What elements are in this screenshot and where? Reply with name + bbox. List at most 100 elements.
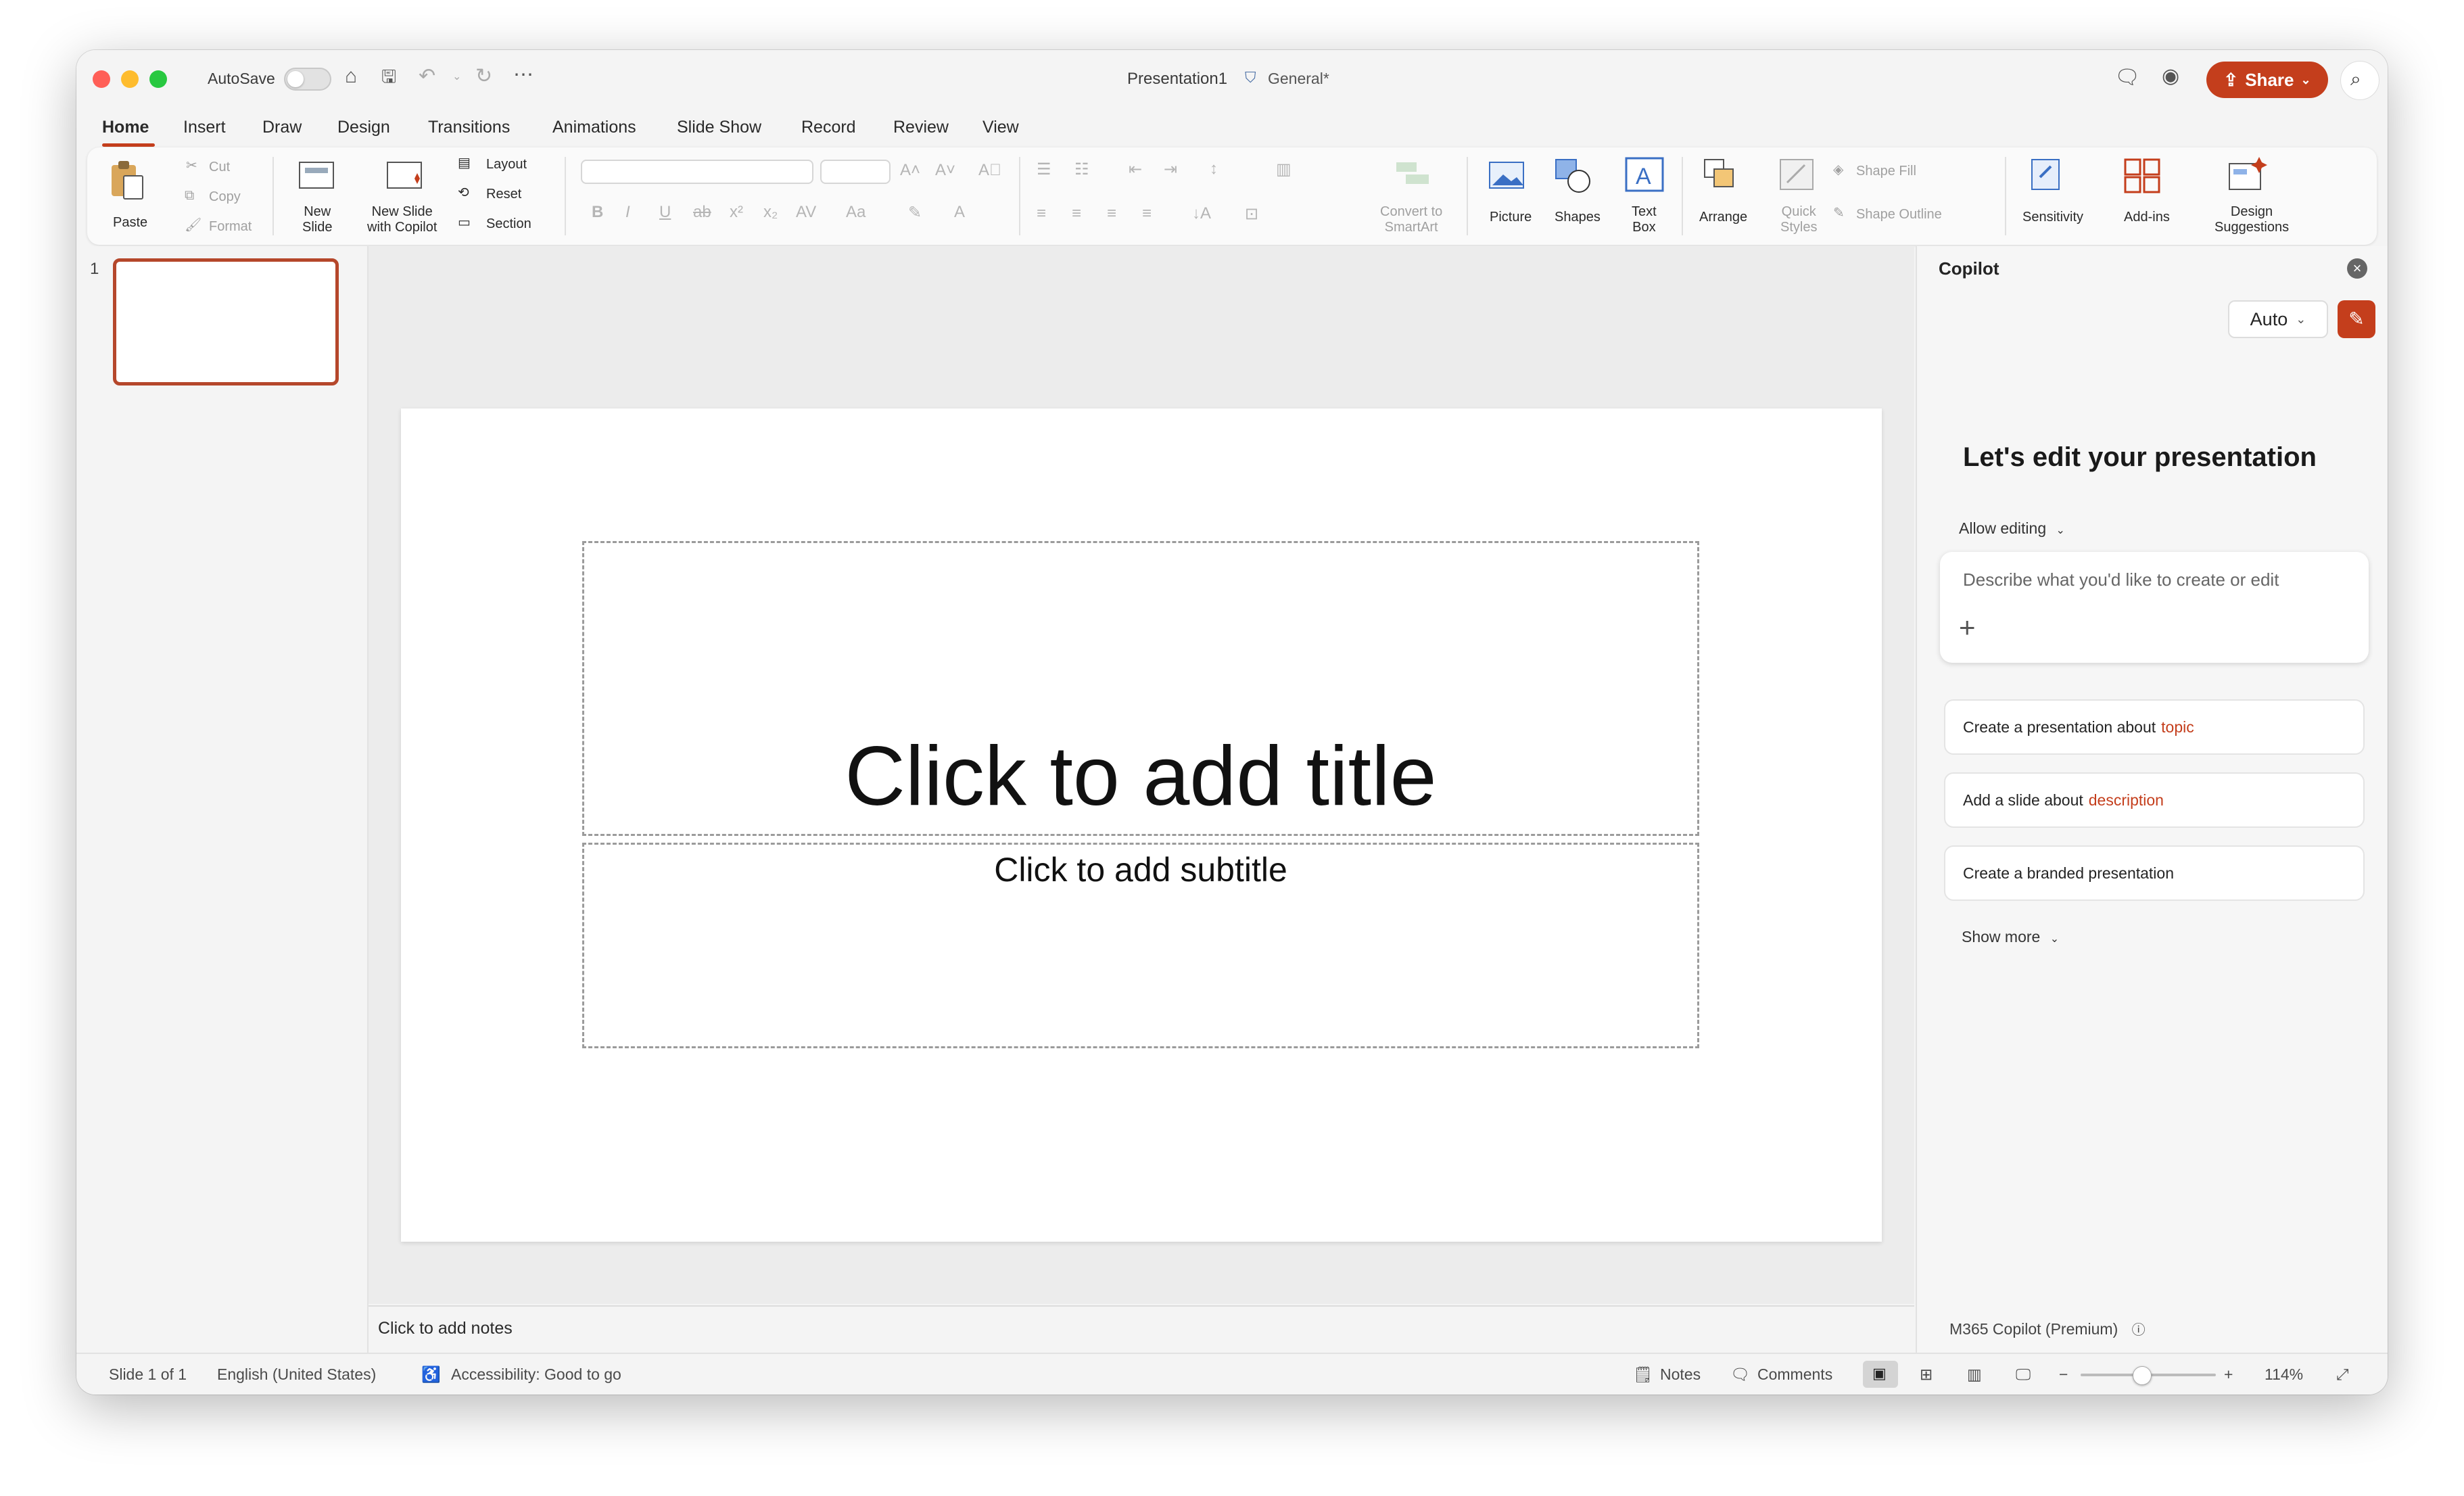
- cut-button[interactable]: Cut: [209, 160, 230, 175]
- autosave-toggle[interactable]: [284, 68, 331, 91]
- zoom-slider[interactable]: [2081, 1366, 2216, 1385]
- picture-button[interactable]: Picture: [1490, 210, 1532, 225]
- font-name-dropdown[interactable]: [581, 160, 813, 184]
- new-chat-button[interactable]: ✎: [2338, 300, 2375, 338]
- strikethrough-icon[interactable]: ab: [693, 203, 711, 222]
- underline-icon[interactable]: U: [659, 203, 671, 222]
- highlight-icon[interactable]: ✎: [908, 203, 922, 223]
- shape-outline-button[interactable]: Shape Outline: [1856, 207, 1942, 223]
- quick-styles-button[interactable]: Quick Styles: [1780, 204, 1817, 235]
- arrange-button[interactable]: Arrange: [1699, 210, 1747, 225]
- reset-button[interactable]: Reset: [486, 187, 521, 202]
- new-slide-with-copilot-button[interactable]: New Slide with Copilot: [367, 204, 437, 235]
- numbering-icon[interactable]: ☷: [1074, 160, 1089, 179]
- increase-indent-icon[interactable]: ⇥: [1164, 160, 1177, 179]
- home-icon[interactable]: ⌂: [345, 66, 357, 87]
- language-indicator[interactable]: English (United States): [217, 1365, 376, 1384]
- undo-dropdown-icon[interactable]: ⌄: [452, 72, 461, 83]
- font-color-icon[interactable]: A: [954, 203, 965, 222]
- slide-thumbnail[interactable]: [113, 258, 339, 385]
- align-left-icon[interactable]: ≡: [1037, 204, 1046, 223]
- textbox-button[interactable]: Text Box: [1632, 204, 1657, 235]
- close-pane-icon[interactable]: ×: [2347, 258, 2367, 279]
- add-attachment-icon[interactable]: +: [1959, 611, 1976, 644]
- info-icon[interactable]: ⓘ: [2132, 1323, 2146, 1338]
- more-options-icon[interactable]: ⋯: [513, 65, 534, 85]
- tab-record[interactable]: Record: [801, 118, 856, 137]
- convert-smartart-button[interactable]: Convert to SmartArt: [1380, 204, 1442, 235]
- tab-transitions[interactable]: Transitions: [428, 118, 510, 137]
- change-case-icon[interactable]: Aa: [846, 203, 866, 222]
- character-spacing-icon[interactable]: AV: [796, 203, 816, 222]
- decrease-font-icon[interactable]: A˅: [935, 161, 955, 180]
- bold-icon[interactable]: B: [592, 203, 603, 222]
- format-painter-button[interactable]: Format: [209, 219, 252, 235]
- copy-button[interactable]: Copy: [209, 189, 241, 205]
- notes-pane[interactable]: Click to add notes: [369, 1305, 1914, 1354]
- zoom-out-icon[interactable]: −: [2059, 1365, 2068, 1384]
- tab-draw[interactable]: Draw: [262, 118, 302, 137]
- prompt-input[interactable]: Describe what you'd like to create or ed…: [1963, 569, 2279, 590]
- columns-icon[interactable]: ▥: [1276, 160, 1292, 179]
- close-window-button[interactable]: [93, 70, 110, 88]
- text-direction-icon[interactable]: ↓A: [1192, 204, 1211, 223]
- subtitle-placeholder[interactable]: Click to add subtitle: [582, 843, 1699, 1048]
- zoom-window-button[interactable]: [149, 70, 167, 88]
- align-center-icon[interactable]: ≡: [1072, 204, 1081, 223]
- suggestion-card[interactable]: Add a slide about description: [1944, 772, 2365, 828]
- save-icon[interactable]: 🖫: [381, 68, 396, 85]
- redo-icon[interactable]: ↻: [475, 66, 492, 87]
- share-button[interactable]: ⇪ Share ⌄: [2206, 62, 2328, 98]
- tab-design[interactable]: Design: [337, 118, 390, 137]
- shape-fill-button[interactable]: Shape Fill: [1856, 164, 1916, 179]
- addins-button[interactable]: Add-ins: [2124, 210, 2170, 225]
- align-right-icon[interactable]: ≡: [1107, 204, 1116, 223]
- comments-toggle[interactable]: Comments: [1757, 1365, 1832, 1384]
- undo-icon[interactable]: ↶: [419, 66, 435, 87]
- accessibility-status[interactable]: Accessibility: Good to go: [451, 1365, 621, 1384]
- suggestion-card[interactable]: Create a branded presentation: [1944, 845, 2365, 901]
- comments-icon[interactable]: 🗨: [2114, 68, 2140, 88]
- notes-toggle[interactable]: Notes: [1660, 1365, 1701, 1384]
- align-text-icon[interactable]: ⊡: [1245, 204, 1258, 224]
- normal-view-button[interactable]: ▣: [1863, 1361, 1898, 1388]
- italic-icon[interactable]: I: [625, 203, 630, 222]
- tab-home[interactable]: Home: [102, 118, 149, 137]
- subscript-icon[interactable]: x₂: [763, 203, 778, 222]
- shapes-button[interactable]: Shapes: [1555, 210, 1601, 225]
- decrease-indent-icon[interactable]: ⇤: [1129, 160, 1142, 179]
- suggestion-card[interactable]: Create a presentation about topic: [1944, 699, 2365, 755]
- tab-animations[interactable]: Animations: [552, 118, 636, 137]
- font-size-dropdown[interactable]: [820, 160, 891, 184]
- line-spacing-icon[interactable]: ↕: [1210, 160, 1218, 179]
- zoom-slider-thumb[interactable]: [2133, 1366, 2152, 1385]
- mode-dropdown[interactable]: Auto ⌄: [2228, 300, 2328, 338]
- bullets-icon[interactable]: ☰: [1037, 160, 1051, 179]
- tab-slide-show[interactable]: Slide Show: [677, 118, 761, 137]
- prompt-box[interactable]: Describe what you'd like to create or ed…: [1940, 552, 2369, 663]
- show-more-button[interactable]: Show more ⌄: [1962, 928, 2059, 946]
- superscript-icon[interactable]: x²: [730, 203, 743, 222]
- search-button[interactable]: ⌕: [2340, 61, 2379, 100]
- clear-formatting-icon[interactable]: A⃥: [978, 161, 1001, 180]
- minimize-window-button[interactable]: [121, 70, 139, 88]
- sensitivity-button[interactable]: Sensitivity: [2022, 210, 2083, 225]
- record-icon[interactable]: ◉: [2162, 66, 2179, 87]
- justify-icon[interactable]: ≡: [1142, 204, 1152, 223]
- title-placeholder[interactable]: Click to add title: [582, 541, 1699, 836]
- new-slide-button[interactable]: New Slide: [302, 204, 332, 235]
- increase-font-icon[interactable]: A˄: [900, 161, 920, 180]
- zoom-in-icon[interactable]: +: [2224, 1365, 2233, 1384]
- allow-editing-dropdown[interactable]: Allow editing ⌄: [1959, 519, 2065, 538]
- design-suggestions-button[interactable]: Design Suggestions: [2214, 204, 2289, 235]
- section-button[interactable]: Section: [486, 216, 531, 232]
- slide-sorter-icon[interactable]: ⊞: [1920, 1365, 1933, 1384]
- paste-button[interactable]: Paste: [99, 154, 160, 235]
- reading-view-icon[interactable]: ▥: [1967, 1365, 1982, 1384]
- layout-button[interactable]: Layout: [486, 157, 527, 172]
- slideshow-view-icon[interactable]: 🖵: [2016, 1365, 2031, 1384]
- tab-view[interactable]: View: [982, 118, 1019, 137]
- fit-to-window-icon[interactable]: ⤢: [2336, 1365, 2348, 1384]
- tab-review[interactable]: Review: [893, 118, 949, 137]
- sensitivity-label[interactable]: General*: [1268, 70, 1329, 88]
